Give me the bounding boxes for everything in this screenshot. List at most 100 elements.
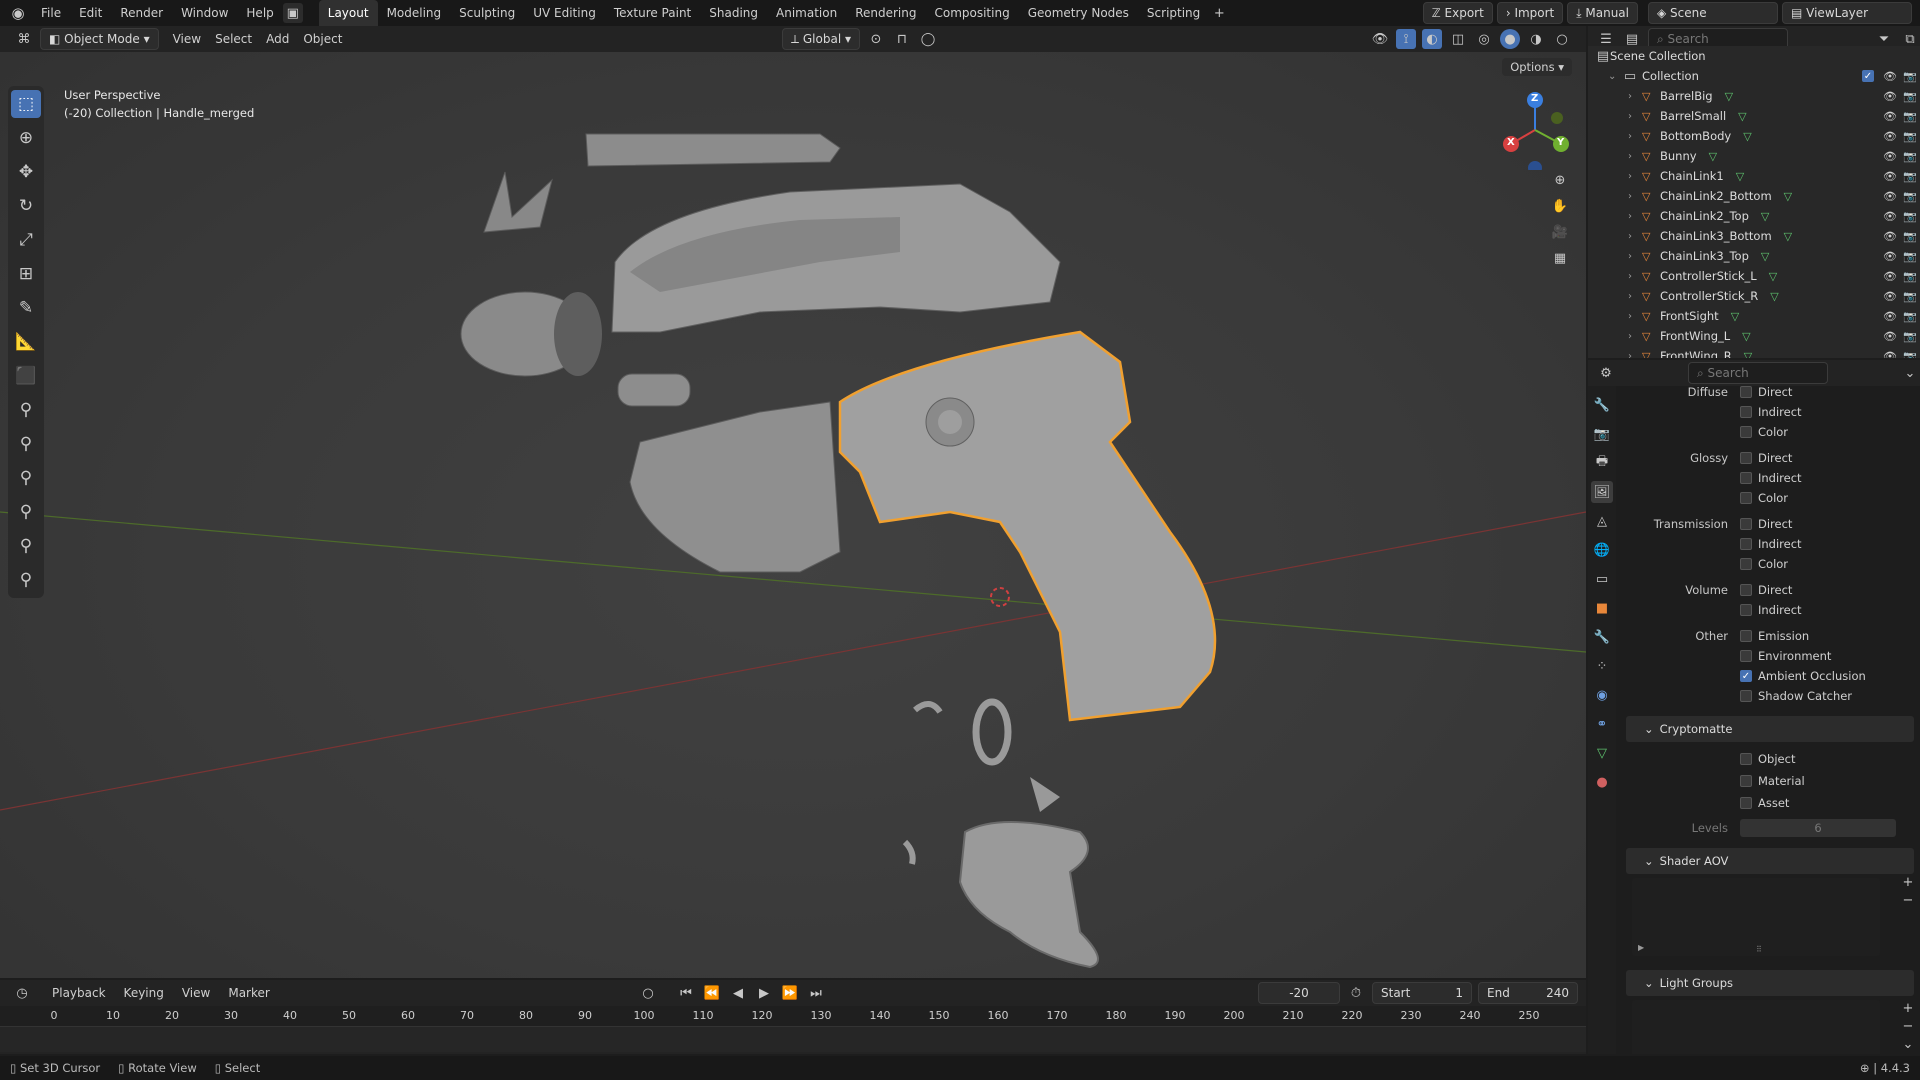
camera-icon[interactable]: 📷 (1900, 170, 1920, 183)
menu-edit[interactable]: Edit (70, 0, 111, 26)
menu-help[interactable]: Help (237, 0, 282, 26)
cryptomatte-checkbox[interactable] (1740, 753, 1752, 765)
pass-checkbox[interactable] (1740, 558, 1752, 570)
constraints-tab-icon[interactable]: ⚭ (1591, 713, 1613, 735)
tab-compositing[interactable]: Compositing (925, 0, 1018, 26)
outliner-item[interactable]: › ▽ ChainLink2_Bottom ▽ 👁 📷 (1588, 186, 1920, 206)
rendered-shading-icon[interactable]: ○ (1552, 29, 1572, 49)
brush-draw-icon[interactable]: ⚲ (11, 396, 41, 424)
expand-arrow-icon[interactable]: › (1628, 351, 1642, 359)
outliner-item[interactable]: › ▽ FrontSight ▽ 👁 📷 (1588, 306, 1920, 326)
brush-grab-icon[interactable]: ⚲ (11, 532, 41, 560)
outliner-item[interactable]: › ▽ BarrelBig ▽ 👁 📷 (1588, 86, 1920, 106)
timeline-menu-marker[interactable]: Marker (228, 986, 269, 1000)
current-frame-field[interactable]: -20 (1258, 982, 1340, 1004)
expand-arrow-icon[interactable]: › (1628, 191, 1642, 202)
eye-icon[interactable]: 👁 (1880, 150, 1900, 163)
camera-icon[interactable]: 📷 (1900, 350, 1920, 359)
output-tab-icon[interactable]: 🖶 (1591, 452, 1613, 474)
rotate-icon[interactable]: ↻ (11, 192, 41, 220)
properties-search[interactable]: ⌕ Search (1688, 362, 1828, 384)
tab-scripting[interactable]: Scripting (1138, 0, 1209, 26)
camera-icon[interactable]: 📷 (1900, 310, 1920, 323)
measure-icon[interactable]: 📐 (11, 328, 41, 356)
scene-tab-icon[interactable]: ◬ (1591, 510, 1613, 532)
menu-file[interactable]: File (32, 0, 70, 26)
pivot-icon[interactable]: ⊙ (866, 29, 886, 49)
expand-arrow-icon[interactable]: › (1628, 131, 1642, 142)
pass-checkbox[interactable] (1740, 518, 1752, 530)
overlay-icon[interactable]: ◐ (1422, 29, 1442, 49)
viewport-menu-object[interactable]: Object (303, 32, 342, 46)
3d-viewport[interactable]: User Perspective (-20) Collection | Hand… (0, 52, 1586, 978)
snap-icon[interactable]: ⊓ (892, 29, 912, 49)
outliner-item[interactable]: › ▽ ControllerStick_R ▽ 👁 📷 (1588, 286, 1920, 306)
physics-tab-icon[interactable]: ◉ (1591, 684, 1613, 706)
camera-icon[interactable]: 📷 (1900, 250, 1920, 263)
pass-checkbox[interactable] (1740, 604, 1752, 616)
expand-arrow-icon[interactable]: › (1628, 151, 1642, 162)
annotate-icon[interactable]: ✎ (11, 294, 41, 322)
xray-icon[interactable]: ◫ (1448, 29, 1468, 49)
collapse-icon[interactable]: ⌄ (1608, 71, 1622, 82)
outliner-item[interactable]: › ▽ Bunny ▽ 👁 📷 (1588, 146, 1920, 166)
eye-icon[interactable]: 👁 (1880, 350, 1900, 359)
cryptomatte-checkbox[interactable] (1740, 797, 1752, 809)
modifier-tab-icon[interactable]: 🔧 (1591, 626, 1613, 648)
solid-shading-icon[interactable]: ● (1500, 29, 1520, 49)
bunny-part[interactable] (958, 821, 1099, 969)
particles-tab-icon[interactable]: ⁘ (1591, 655, 1613, 677)
timeline-menu-playback[interactable]: Playback (52, 986, 106, 1000)
eye-icon[interactable]: 👁 (1880, 130, 1900, 143)
outliner-item[interactable]: › ▽ ChainLink3_Bottom ▽ 👁 📷 (1588, 226, 1920, 246)
camera-icon[interactable]: 📷 (1900, 210, 1920, 223)
pass-checkbox[interactable] (1740, 452, 1752, 464)
barrel-top-part[interactable] (585, 133, 841, 167)
pass-checkbox[interactable] (1740, 406, 1752, 418)
manual-button[interactable]: ⤓ Manual (1567, 2, 1638, 24)
camera-icon[interactable]: 📷 (1900, 130, 1920, 143)
3d-cursor[interactable] (990, 587, 1010, 607)
export-button[interactable]: ℤ Export (1422, 2, 1493, 24)
chain-link-small-part[interactable] (913, 701, 943, 714)
tab-texture-paint[interactable]: Texture Paint (605, 0, 700, 26)
collection-checkbox[interactable]: ✓ (1862, 70, 1874, 82)
wireframe-shading-icon[interactable]: ◎ (1474, 29, 1494, 49)
tab-modeling[interactable]: Modeling (378, 0, 451, 26)
frame-ruler[interactable]: 0 10 20 30 40 50 60 70 80 90 100 110 120 130 140 150 160… (0, 1006, 1586, 1026)
options-button[interactable]: Options ▾ (1502, 58, 1572, 76)
brush-clay-icon[interactable]: ⚲ (11, 430, 41, 458)
navigation-gizmo[interactable]: Z X Y (1495, 90, 1575, 175)
brush-smooth-icon[interactable]: ⚲ (11, 498, 41, 526)
tab-layout[interactable]: Layout (318, 0, 378, 26)
cursor-icon[interactable]: ⊕ (11, 124, 41, 152)
eye-icon[interactable]: 👁 (1880, 210, 1900, 223)
view-layer-selector[interactable]: ▤ ViewLayer (1782, 2, 1912, 24)
ortho-grid-icon[interactable]: ▦ (1550, 248, 1570, 268)
collection-tab-icon[interactable]: ▭ (1591, 568, 1613, 590)
add-cube-icon[interactable]: ⬛ (11, 362, 41, 390)
light-groups-list[interactable] (1632, 1000, 1880, 1054)
stopwatch-icon[interactable]: ⏱ (1346, 983, 1366, 1003)
pass-checkbox[interactable] (1740, 426, 1752, 438)
import-button[interactable]: › Import (1496, 2, 1564, 24)
viewport-menu-add[interactable]: Add (266, 32, 289, 46)
pass-checkbox[interactable]: ✓ (1740, 670, 1752, 682)
render-tab-icon[interactable]: 📷 (1591, 423, 1613, 445)
camera-icon[interactable]: 📷 (1900, 90, 1920, 103)
scene-collection-row[interactable]: ▤ Scene Collection (1588, 46, 1920, 66)
menu-window[interactable]: Window (172, 0, 237, 26)
tab-shading[interactable]: Shading (700, 0, 767, 26)
properties-editor-icon[interactable]: ⚙ (1596, 363, 1616, 383)
viewport-menu-select[interactable]: Select (215, 32, 252, 46)
list-expand-icon[interactable]: ▶ (1638, 943, 1644, 952)
outliner-item[interactable]: › ▽ ChainLink1 ▽ 👁 📷 (1588, 166, 1920, 186)
data-tab-icon[interactable]: ▽ (1591, 742, 1613, 764)
outliner-item[interactable]: › ▽ ControllerStick_L ▽ 👁 📷 (1588, 266, 1920, 286)
eye-icon[interactable]: 👁 (1880, 310, 1900, 323)
light-group-menu-icon[interactable]: ⌄ (1900, 1036, 1916, 1052)
handle-merged-part[interactable] (838, 330, 1217, 722)
expand-arrow-icon[interactable]: › (1628, 231, 1642, 242)
eye-icon[interactable]: 👁 (1880, 70, 1900, 83)
brush-fill-icon[interactable]: ⚲ (11, 464, 41, 492)
